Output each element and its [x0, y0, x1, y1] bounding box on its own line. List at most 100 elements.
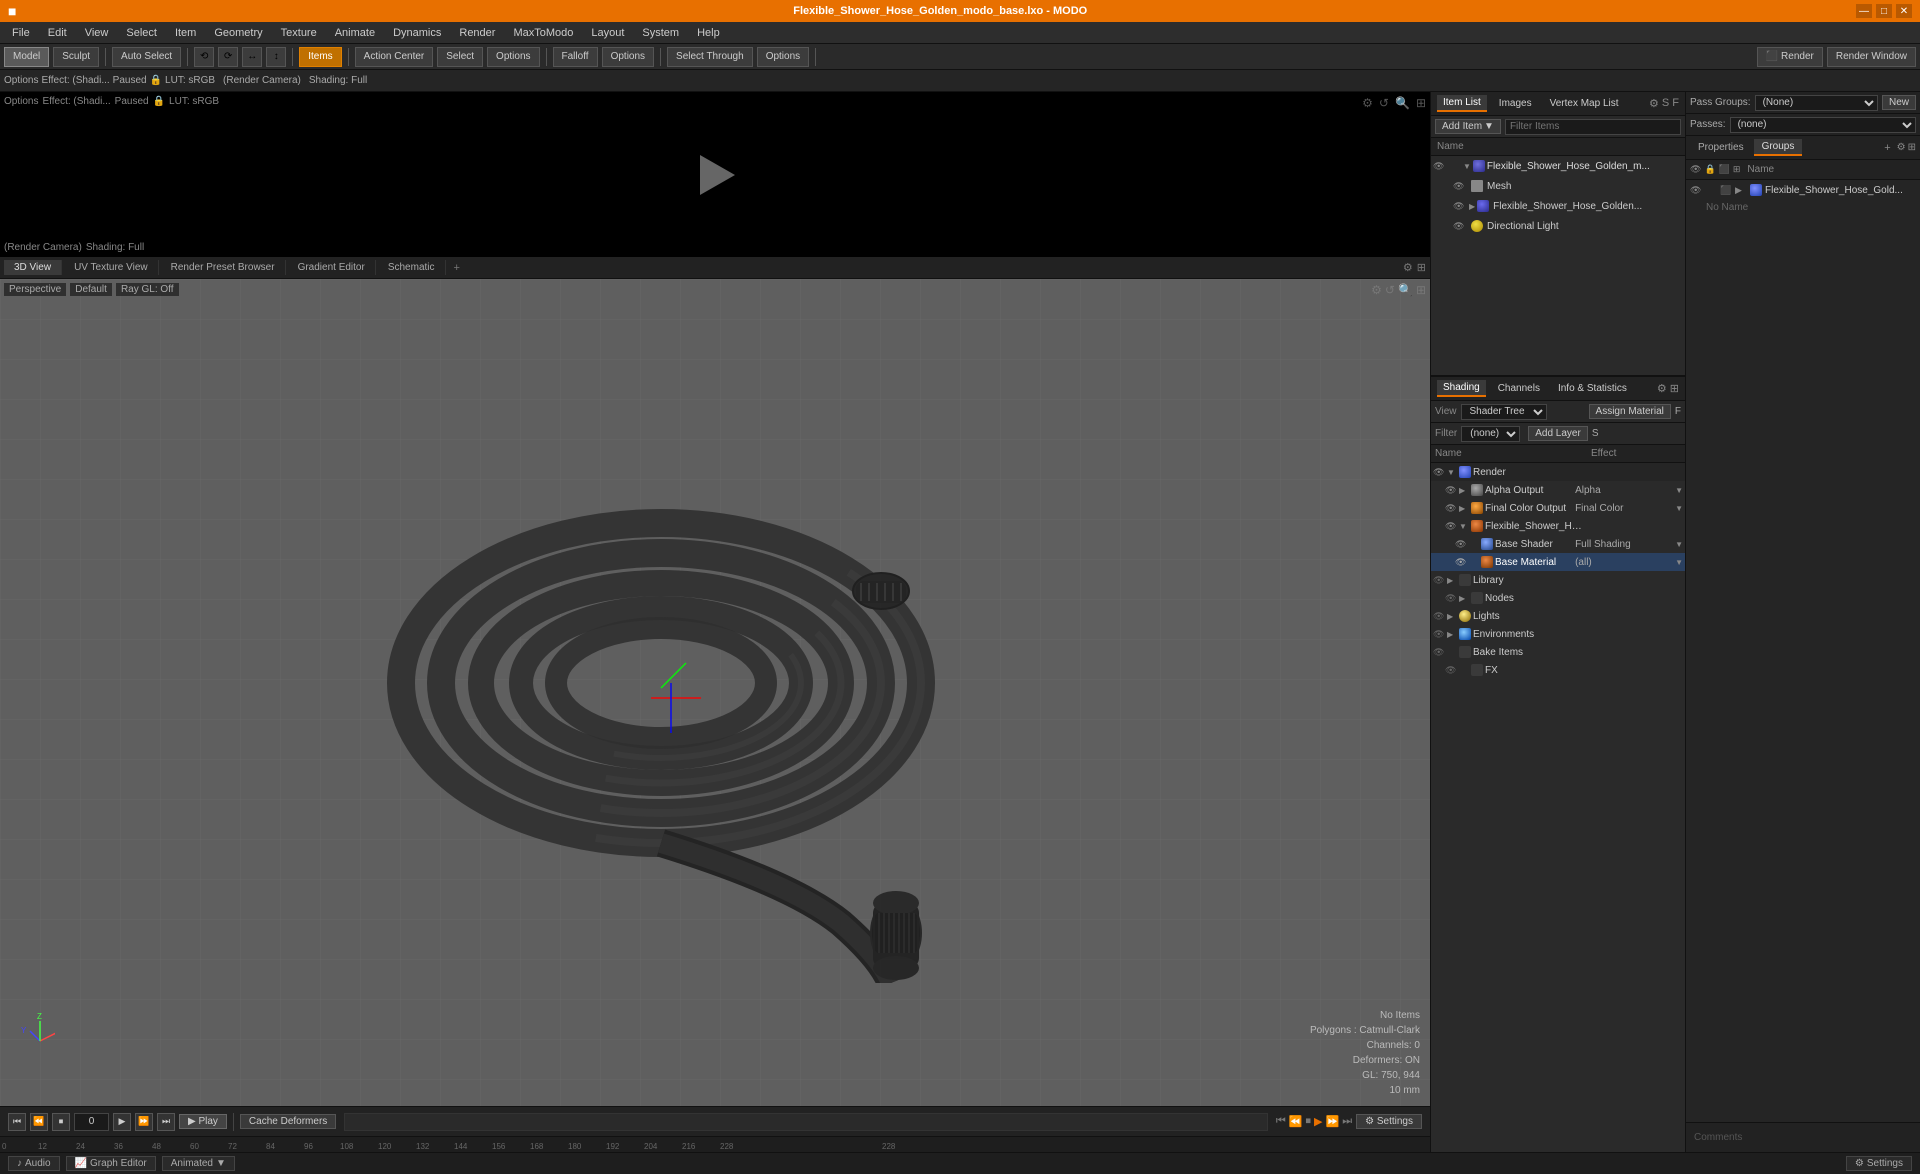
graph-editor-button[interactable]: 📈 Graph Editor: [66, 1156, 156, 1171]
preview-icon-4[interactable]: ⊞: [1416, 96, 1426, 110]
shader-eye-library[interactable]: 👁: [1433, 575, 1447, 586]
transform-btn-1[interactable]: ⟲: [194, 47, 214, 67]
item-eye-light[interactable]: 👁: [1453, 221, 1467, 232]
shader-eye-bake[interactable]: 👁: [1433, 647, 1447, 658]
tab-render-preset[interactable]: Render Preset Browser: [161, 260, 286, 275]
shader-row-alpha-output[interactable]: 👁 ▶ Alpha Output Alpha ▼: [1431, 481, 1685, 499]
maximize-button[interactable]: □: [1876, 4, 1892, 18]
menu-select[interactable]: Select: [118, 25, 165, 41]
item-list-icon-f[interactable]: F: [1672, 97, 1679, 110]
item-eye-hose[interactable]: 👁: [1453, 201, 1467, 212]
tab-uv-texture[interactable]: UV Texture View: [64, 260, 159, 275]
viewport-3d[interactable]: Perspective Default Ray GL: Off ⚙ ↺ 🔍 ⊞: [0, 279, 1430, 1106]
transport-start[interactable]: ⏮: [8, 1113, 26, 1131]
vp-icon-menu[interactable]: ⊞: [1416, 283, 1426, 297]
menu-item[interactable]: Item: [167, 25, 204, 41]
close-button[interactable]: ✕: [1896, 4, 1912, 18]
tl-icon-3[interactable]: ⏹: [1306, 1115, 1312, 1128]
shader-eye-render[interactable]: 👁: [1433, 467, 1447, 478]
shader-expand-render[interactable]: ▼: [1447, 468, 1457, 477]
add-layer-button[interactable]: Add Layer: [1528, 426, 1588, 441]
group-expand-1[interactable]: ▶: [1735, 185, 1747, 196]
item-row-hose[interactable]: 👁 ▶ Flexible_Shower_Hose_Golden...: [1431, 196, 1685, 216]
settings-button-tl[interactable]: ⚙ Settings: [1356, 1114, 1422, 1129]
groups-icon-2[interactable]: ⊞: [1908, 142, 1916, 153]
tab-properties[interactable]: Properties: [1690, 140, 1752, 155]
item-list-icon-1[interactable]: ⚙: [1649, 97, 1659, 110]
falloff-button[interactable]: Falloff: [553, 47, 598, 67]
animated-button[interactable]: Animated ▼: [162, 1156, 235, 1171]
shader-eye-nodes[interactable]: 👁: [1445, 593, 1459, 604]
tl-icon-4[interactable]: ▶: [1314, 1115, 1322, 1128]
shader-row-base-material[interactable]: 👁 Base Material (all) ▼: [1431, 553, 1685, 571]
sculpt-button[interactable]: Sculpt: [53, 47, 99, 67]
shader-row-lights[interactable]: 👁 ▶ Lights: [1431, 607, 1685, 625]
preview-icon-2[interactable]: ↺: [1379, 96, 1389, 110]
shader-expand-hose-mat[interactable]: ▼: [1459, 522, 1469, 531]
preview-icon-3[interactable]: 🔍: [1395, 96, 1410, 110]
menu-view[interactable]: View: [77, 25, 117, 41]
assign-material-button[interactable]: Assign Material: [1589, 404, 1671, 419]
menu-edit[interactable]: Edit: [40, 25, 75, 41]
transform-btn-3[interactable]: ↔: [242, 47, 262, 67]
shader-row-environments[interactable]: 👁 ▶ Environments: [1431, 625, 1685, 643]
model-button[interactable]: Model: [4, 47, 49, 67]
vp-icon-refresh[interactable]: ↺: [1385, 283, 1395, 297]
shader-eye-alpha[interactable]: 👁: [1445, 485, 1459, 496]
add-item-button[interactable]: Add Item ▼: [1435, 119, 1501, 134]
groups-plus-icon[interactable]: +: [1884, 142, 1890, 154]
item-row-mesh[interactable]: 👁 Mesh: [1431, 176, 1685, 196]
tab-info-stats[interactable]: Info & Statistics: [1552, 381, 1633, 396]
shader-eye-lights[interactable]: 👁: [1433, 611, 1447, 622]
transport-back[interactable]: ⏪: [30, 1113, 48, 1131]
settings-button-status[interactable]: ⚙ Settings: [1846, 1156, 1912, 1171]
menu-file[interactable]: File: [4, 25, 38, 41]
group-row-1[interactable]: 👁 ⬛ ▶ Flexible_Shower_Hose_Gold...: [1686, 180, 1920, 200]
vp-icon-expand[interactable]: ⊞: [1417, 261, 1426, 274]
item-eye-mesh[interactable]: 👁: [1453, 181, 1467, 192]
shader-expand-lights[interactable]: ▶: [1447, 612, 1457, 621]
shader-eye-base-mat[interactable]: 👁: [1455, 557, 1469, 568]
vp-icon-search[interactable]: 🔍: [1398, 283, 1413, 297]
item-row-light[interactable]: 👁 Directional Light: [1431, 216, 1685, 236]
menu-texture[interactable]: Texture: [273, 25, 325, 41]
shader-row-base-shader[interactable]: 👁 Base Shader Full Shading ▼: [1431, 535, 1685, 553]
menu-maxtomodo[interactable]: MaxToModo: [505, 25, 581, 41]
tab-add[interactable]: +: [448, 260, 466, 276]
vp-icon-gear[interactable]: ⚙: [1371, 283, 1382, 297]
item-expand-hose[interactable]: ▶: [1469, 202, 1475, 211]
tl-icon-6[interactable]: ⏭: [1342, 1115, 1352, 1128]
transport-play[interactable]: ▶: [113, 1113, 131, 1131]
groups-icon-1[interactable]: ⚙: [1897, 142, 1906, 153]
shader-eye-hose-mat[interactable]: 👁: [1445, 521, 1459, 532]
render-button[interactable]: ⬛ Render: [1757, 47, 1823, 67]
pass-groups-select[interactable]: (None): [1755, 95, 1878, 111]
passes-select[interactable]: (none): [1730, 117, 1916, 133]
tl-icon-5[interactable]: ⏩: [1326, 1115, 1340, 1128]
options-btn-3[interactable]: Options: [757, 47, 809, 67]
menu-help[interactable]: Help: [689, 25, 728, 41]
menu-geometry[interactable]: Geometry: [206, 25, 270, 41]
shader-row-final-color[interactable]: 👁 ▶ Final Color Output Final Color ▼: [1431, 499, 1685, 517]
perspective-label[interactable]: Perspective: [4, 283, 66, 296]
groups-frame-icon[interactable]: ⊞: [1733, 164, 1741, 175]
transport-end[interactable]: ⏭: [157, 1113, 175, 1131]
shader-expand-nodes[interactable]: ▶: [1459, 594, 1469, 603]
menu-layout[interactable]: Layout: [583, 25, 632, 41]
group-render-1[interactable]: ⬛: [1720, 185, 1732, 196]
audio-button[interactable]: ♪ Audio: [8, 1156, 60, 1171]
shader-f-btn[interactable]: F: [1675, 406, 1681, 417]
cache-deformers-button[interactable]: Cache Deformers: [240, 1114, 336, 1129]
options-btn-2[interactable]: Options: [602, 47, 654, 67]
item-eye-root[interactable]: 👁: [1433, 161, 1447, 172]
render-window-button[interactable]: Render Window: [1827, 47, 1916, 67]
menu-system[interactable]: System: [634, 25, 687, 41]
transport-forward[interactable]: ⏩: [135, 1113, 153, 1131]
scrubber-bar[interactable]: [344, 1113, 1268, 1131]
transport-stop[interactable]: ⏹: [52, 1113, 70, 1131]
shader-s-btn[interactable]: S: [1592, 428, 1599, 439]
shader-row-fx[interactable]: 👁 FX: [1431, 661, 1685, 679]
minimize-button[interactable]: —: [1856, 4, 1872, 18]
groups-render-icon[interactable]: ⬛: [1719, 164, 1730, 175]
tab-item-list[interactable]: Item List: [1437, 95, 1487, 112]
